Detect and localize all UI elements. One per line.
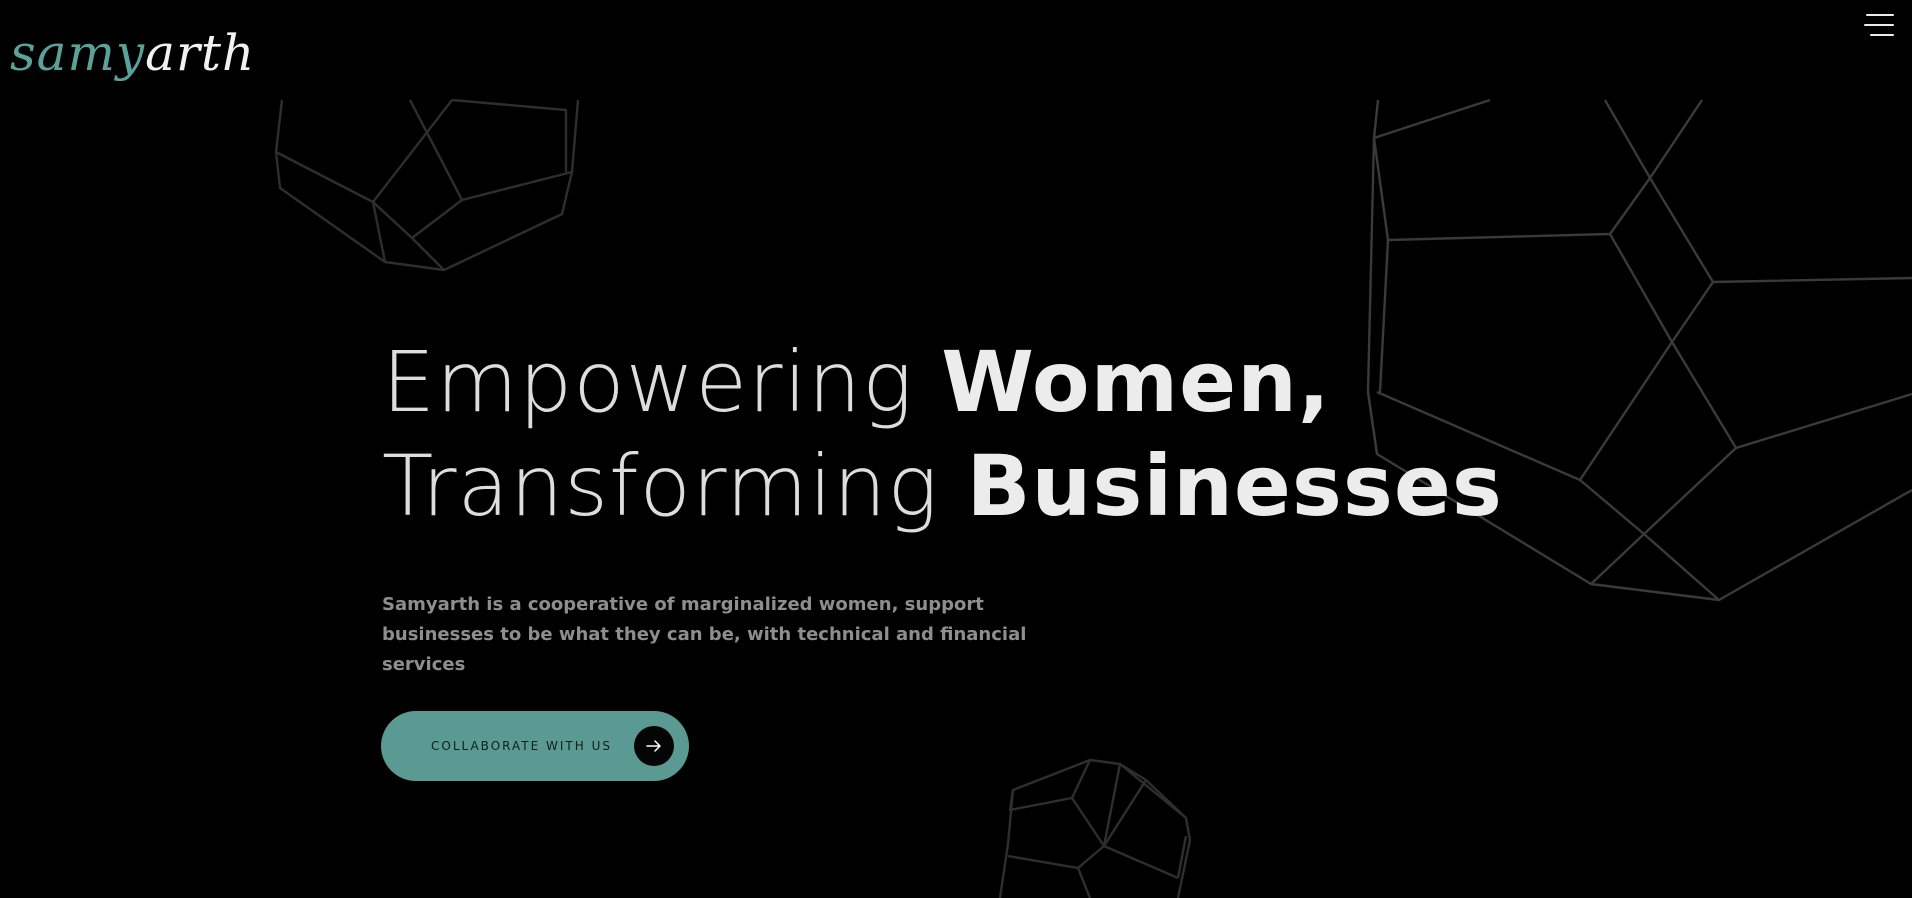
arrow-right-icon <box>634 726 674 766</box>
hero-headline: Empowering Women, Transforming Businesse… <box>382 330 1502 538</box>
hamburger-menu-icon[interactable] <box>1862 12 1894 38</box>
wireframe-shape-top-left <box>274 98 580 272</box>
wireframe-shape-bottom-center <box>998 758 1192 898</box>
collaborate-button[interactable]: COLLABORATE WITH US <box>381 711 689 781</box>
headline-bold-text: Women, <box>941 333 1331 431</box>
headline-light-text: Empowering <box>382 333 942 431</box>
menu-line <box>1870 34 1894 36</box>
menu-line <box>1866 14 1894 16</box>
logo-text-accent: samy <box>10 24 146 82</box>
logo-text-light: arth <box>145 24 256 82</box>
headline-bold-text: Businesses <box>966 437 1503 535</box>
collaborate-button-label: COLLABORATE WITH US <box>431 739 612 753</box>
headline-line-1: Empowering Women, <box>382 330 1382 434</box>
samyarth-logo[interactable]: samy arth <box>10 2 255 78</box>
menu-line <box>1864 24 1894 26</box>
hero-section: Empowering Women, Transforming Businesse… <box>382 330 1502 538</box>
headline-light-text: Transforming <box>382 437 967 535</box>
headline-line-2: Transforming Businesses <box>382 434 1502 538</box>
page: samy arth Empowering Women, Transforming … <box>0 0 1912 898</box>
hero-subtitle: Samyarth is a cooperative of marginalize… <box>382 594 1027 675</box>
